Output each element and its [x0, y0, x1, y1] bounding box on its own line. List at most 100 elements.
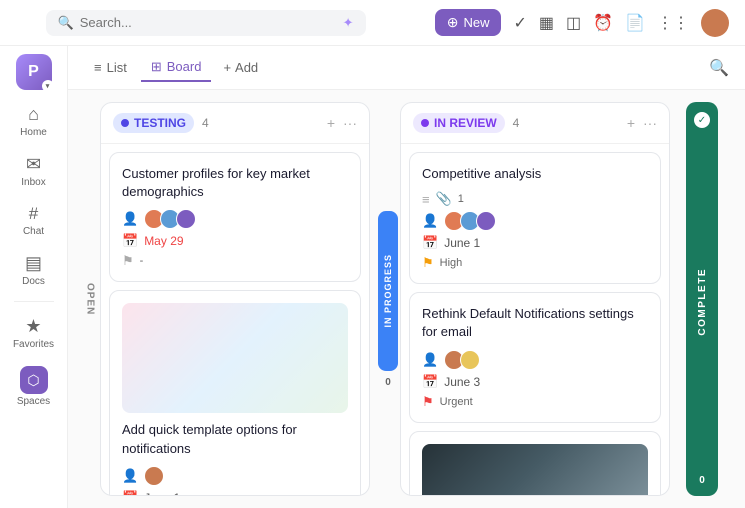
- tab-list[interactable]: ≡ List: [84, 55, 137, 80]
- card-assignee-row-2: 👤: [122, 466, 348, 486]
- priority-label-4: Urgent: [440, 396, 473, 408]
- complete-count: 0: [699, 475, 705, 486]
- in-review-add-icon[interactable]: +: [627, 115, 635, 131]
- card-dark-image[interactable]: [409, 431, 661, 495]
- card-template-options[interactable]: Add quick template options for notificat…: [109, 290, 361, 495]
- col-gap-2: [670, 102, 678, 496]
- in-review-column-wrapper: IN PROGRESS 0 IN REVIEW 4 + ···: [378, 102, 670, 496]
- bell-icon[interactable]: ⏰: [593, 13, 613, 33]
- card-avatars-3: [444, 211, 496, 231]
- testing-more-icon[interactable]: ···: [343, 115, 357, 131]
- open-label: OPEN: [80, 102, 100, 496]
- testing-badge: TESTING: [113, 113, 194, 133]
- new-button[interactable]: ⊕ New: [435, 9, 502, 36]
- card-meta: 👤 📅 May 29: [122, 209, 348, 269]
- sidebar-label-home: Home: [20, 127, 47, 138]
- card-date-row-4: 📅 June 3: [422, 374, 648, 390]
- in-progress-wrapper: IN PROGRESS 0: [378, 102, 398, 496]
- card-avatars: [144, 209, 196, 229]
- add-view-label: Add: [235, 60, 258, 75]
- tab-board[interactable]: ⊞ Board: [141, 54, 212, 82]
- topbar-right: ⊕ New ✓ ▦ ◫ ⏰ 📄 ⋮⋮: [435, 9, 729, 37]
- sub-header: ≡ List ⊞ Board + Add 🔍: [68, 46, 745, 90]
- assignee-icon-3: 👤: [422, 213, 438, 229]
- sidebar-item-chat[interactable]: # Chat: [6, 198, 62, 243]
- sidebar: P ▾ ⌂ Home ✉ Inbox # Chat ▤ Docs ★ Favor…: [0, 46, 68, 508]
- sidebar-item-favorites[interactable]: ★ Favorites: [6, 310, 62, 356]
- card-avatars-4: [444, 350, 480, 370]
- user-avatar[interactable]: [701, 9, 729, 37]
- new-label: New: [463, 15, 489, 30]
- card-customer-profiles[interactable]: Customer profiles for key market demogra…: [109, 152, 361, 282]
- dots-icon[interactable]: ⋮⋮: [657, 13, 689, 33]
- card-avatars-2: [144, 466, 164, 486]
- sidebar-item-home[interactable]: ⌂ Home: [6, 98, 62, 144]
- sidebar-label-docs: Docs: [22, 276, 45, 287]
- content-area: ≡ List ⊞ Board + Add 🔍 OPEN: [68, 46, 745, 508]
- calendar-icon-3: 📅: [422, 235, 438, 251]
- sparkle-icon: ✦: [343, 15, 354, 31]
- add-view-button[interactable]: + Add: [215, 55, 266, 80]
- card-date-row-3: 📅 June 1: [422, 235, 648, 251]
- priority-flag-3: ⚑: [422, 255, 434, 271]
- docs-icon: ▤: [25, 253, 42, 274]
- logo-chevron: ▾: [42, 80, 54, 92]
- in-review-dot: [421, 119, 429, 127]
- sidebar-item-spaces[interactable]: ⬡ Spaces: [6, 360, 62, 413]
- complete-column: ✓ COMPLETE 0: [686, 102, 718, 496]
- board-area: OPEN TESTING 4 + ···: [68, 90, 745, 508]
- card-date-row: 📅 May 29: [122, 233, 348, 249]
- header-search-icon[interactable]: 🔍: [709, 58, 729, 78]
- sidebar-item-docs[interactable]: ▤ Docs: [6, 247, 62, 293]
- search-box[interactable]: 🔍 ✦: [46, 10, 366, 36]
- card-title-4: Rethink Default Notifications settings f…: [422, 305, 648, 341]
- video-icon[interactable]: ◫: [566, 13, 581, 33]
- avatar-3: [176, 209, 196, 229]
- complete-column-wrapper: ✓ COMPLETE 0: [686, 102, 718, 496]
- complete-icon: ✓: [694, 112, 710, 128]
- flag-icon: ⚑: [122, 253, 134, 269]
- sidebar-item-inbox[interactable]: ✉ Inbox: [6, 148, 62, 194]
- priority-flag-4: ⚑: [422, 394, 434, 410]
- testing-label: TESTING: [134, 116, 186, 130]
- search-input[interactable]: [80, 15, 337, 30]
- inbox-icon: ✉: [26, 154, 41, 175]
- in-review-label: IN REVIEW: [434, 116, 497, 130]
- chat-icon: #: [29, 204, 38, 224]
- card-competitive-analysis[interactable]: Competitive analysis ≡ 📎 1 👤: [409, 152, 661, 284]
- plus-icon: +: [223, 60, 231, 75]
- spaces-icon: ⬡: [20, 366, 48, 394]
- in-review-column: IN REVIEW 4 + ··· Competitive analysis: [400, 102, 670, 496]
- grid-icon[interactable]: ▦: [539, 13, 554, 33]
- main-layout: P ▾ ⌂ Home ✉ Inbox # Chat ▤ Docs ★ Favor…: [0, 46, 745, 508]
- testing-count: 4: [202, 116, 209, 130]
- sidebar-logo[interactable]: P ▾: [16, 54, 52, 90]
- check-icon[interactable]: ✓: [513, 13, 526, 33]
- paperclip-icon: 📎: [436, 191, 452, 207]
- in-review-cards: Competitive analysis ≡ 📎 1 👤: [401, 144, 669, 495]
- card-date: May 29: [144, 234, 183, 248]
- topbar: 🔍 ✦ ⊕ New ✓ ▦ ◫ ⏰ 📄 ⋮⋮: [0, 0, 745, 46]
- card-notifications-settings[interactable]: Rethink Default Notifications settings f…: [409, 292, 661, 422]
- search-icon: 🔍: [58, 15, 74, 31]
- avatar-7: [476, 211, 496, 231]
- testing-column-header: TESTING 4 + ···: [101, 103, 369, 144]
- assignee-icon-4: 👤: [422, 352, 438, 368]
- card-dark-image-placeholder: [422, 444, 648, 495]
- in-progress-indicator: IN PROGRESS: [378, 211, 398, 371]
- testing-add-icon[interactable]: +: [327, 115, 335, 131]
- card-meta-3: ≡ 📎 1 👤: [422, 191, 648, 271]
- sidebar-label-spaces: Spaces: [17, 396, 50, 407]
- in-review-more-icon[interactable]: ···: [643, 115, 657, 131]
- star-icon: ★: [25, 316, 41, 337]
- card-meta-2: 👤 📅 June 1 ⚑: [122, 466, 348, 495]
- card-flag-row: ⚑ -: [122, 253, 348, 269]
- in-review-badge: IN REVIEW: [413, 113, 505, 133]
- testing-dot: [121, 119, 129, 127]
- list-icon: ≡: [94, 60, 102, 75]
- card-image-placeholder: [122, 303, 348, 413]
- card-assignee-row: 👤: [122, 209, 348, 229]
- card-date-4: June 3: [444, 375, 480, 389]
- in-progress-count: 0: [385, 377, 391, 388]
- doc-icon[interactable]: 📄: [625, 13, 645, 33]
